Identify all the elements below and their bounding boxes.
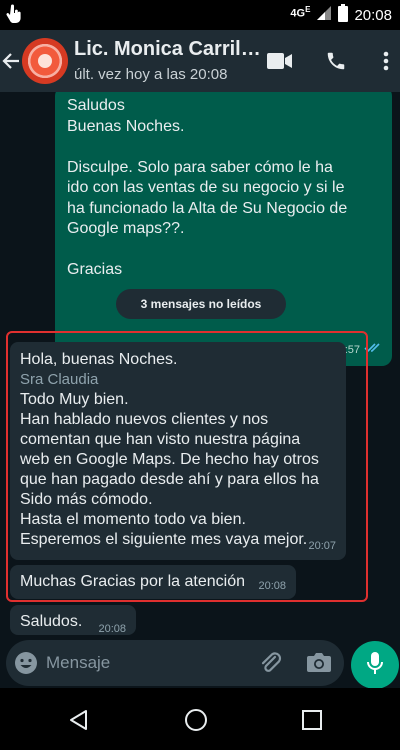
message-line: Sido más cómodo.	[20, 491, 153, 508]
message-line: Google maps??.	[67, 220, 185, 237]
message-text: Saludos.	[20, 613, 83, 630]
emoji-icon[interactable]	[14, 651, 38, 675]
contact-name[interactable]: Lic. Monica Carril…	[74, 38, 264, 61]
outgoing-message[interactable]: Saludos Buenas Noches. Disculpe. Solo pa…	[55, 92, 392, 366]
signal-icon	[316, 5, 332, 25]
incoming-message[interactable]: Hola, buenas Noches. Sra Claudia Todo Mu…	[10, 342, 346, 560]
double-check-icon	[364, 340, 382, 361]
message-time: 20:08	[258, 580, 286, 592]
battery-icon	[338, 4, 349, 26]
nav-recents-icon[interactable]	[298, 706, 326, 734]
message-line: Hola, buenas Noches.	[20, 351, 178, 368]
nav-home-icon[interactable]	[182, 706, 210, 734]
unread-divider: 3 mensajes no leídos	[116, 289, 286, 319]
message-line: Saludos	[67, 97, 125, 114]
message-time: 20:08	[98, 623, 126, 635]
message-line: Buenas Noches.	[67, 117, 185, 135]
contact-avatar[interactable]	[22, 38, 68, 84]
nav-back-icon[interactable]	[64, 706, 92, 734]
touch-hand-icon	[6, 4, 22, 29]
message-line: Disculpe. Solo para saber cómo le ha	[67, 158, 333, 176]
camera-icon[interactable]	[306, 650, 332, 676]
phone-icon[interactable]	[322, 48, 350, 74]
incoming-message[interactable]: Muchas Gracias por la atención 20:08	[10, 565, 296, 599]
message-line: Hasta el momento todo va bien.	[20, 511, 246, 528]
sender-name: Sra Claudia	[20, 371, 99, 388]
attach-icon[interactable]	[258, 650, 284, 676]
incoming-message[interactable]: Saludos. 20:08	[10, 605, 136, 635]
message-time: 20:07	[308, 540, 336, 552]
video-call-icon[interactable]	[266, 48, 294, 74]
mic-button[interactable]	[351, 641, 399, 689]
message-line: comentan que han visto nuestra página	[20, 431, 301, 448]
message-line	[67, 137, 380, 158]
message-input[interactable]: Mensaje	[46, 653, 110, 673]
message-line: ido con las ventas de su negocio y si le	[67, 179, 345, 196]
message-line: ha funcionado la Alta de Su Negocio de	[67, 199, 348, 217]
message-line: Esperemos el siguiente mes vaya mejor.	[20, 531, 308, 548]
message-text: Muchas Gracias por la atención	[20, 573, 245, 590]
input-bar: Mensaje	[0, 640, 400, 689]
more-vert-icon[interactable]	[372, 48, 400, 74]
status-bar: 4GE 20:08	[0, 0, 400, 30]
network-type: 4GE	[290, 4, 311, 20]
message-line	[67, 240, 380, 261]
chat-header: Lic. Monica Carril… últ. vez hoy a las 2…	[0, 30, 400, 92]
system-nav-bar	[0, 688, 400, 750]
message-line: que han pagado desde ahí y para ellos ha	[20, 471, 319, 488]
message-line: web en Google Maps. De hecho hay otros	[20, 451, 319, 468]
clock-time: 20:08	[354, 6, 392, 24]
message-line: Todo Muy bien.	[20, 391, 129, 408]
message-line: Gracias	[67, 261, 123, 278]
chat-area[interactable]: Saludos Buenas Noches. Disculpe. Solo pa…	[0, 92, 400, 640]
message-composer[interactable]: Mensaje	[6, 640, 344, 686]
mic-icon	[366, 651, 384, 680]
back-arrow-icon[interactable]	[0, 48, 22, 74]
last-seen: últ. vez hoy a las 20:08	[74, 66, 228, 83]
message-line: Han hablado nuevos clientes y nos	[20, 411, 269, 428]
